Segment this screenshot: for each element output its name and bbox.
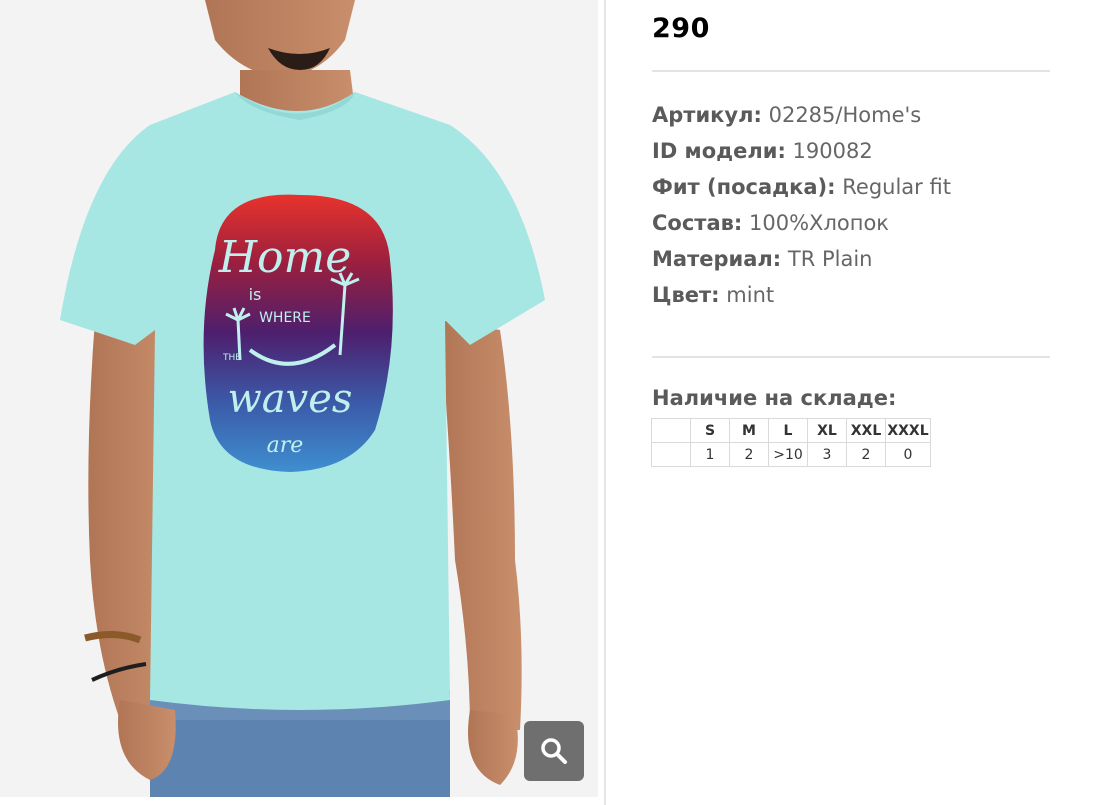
stock-corner-cell [651, 418, 691, 443]
stock-header-row: S M L XL XXL XXXL [651, 418, 931, 443]
zoom-button[interactable] [524, 721, 584, 781]
stock-count-cell: 2 [846, 442, 886, 467]
stock-size-cell: XXXL [885, 418, 931, 443]
spec-label: Цвет: [652, 283, 720, 307]
spec-value: 100%Хлопок [749, 211, 889, 235]
spec-label: Фит (посадка): [652, 175, 836, 199]
stock-count-row: 1 2 >10 3 2 0 [651, 442, 931, 467]
divider-top [652, 70, 1050, 72]
divider-bottom [652, 356, 1050, 358]
spec-color: Цвет: mint [652, 280, 951, 316]
stock-size-cell: XXL [846, 418, 886, 443]
spec-value: 190082 [792, 139, 873, 163]
tshirt-model-image: Home is WHERE THE waves are [0, 0, 598, 797]
print-text-are: are [267, 433, 304, 458]
spec-fit: Фит (посадка): Regular fit [652, 172, 951, 208]
stock-size-cell: L [768, 418, 808, 443]
spec-label: ID модели: [652, 139, 786, 163]
spec-article: Артикул: 02285/Home's [652, 100, 951, 136]
product-specs: Артикул: 02285/Home's ID модели: 190082 … [652, 100, 951, 316]
spec-composition: Состав: 100%Хлопок [652, 208, 951, 244]
search-icon [541, 738, 567, 764]
spec-value: TR Plain [787, 247, 873, 271]
stock-title: Наличие на складе: [652, 386, 897, 410]
spec-material: Материал: TR Plain [652, 244, 951, 280]
spec-label: Состав: [652, 211, 743, 235]
stock-size-cell: M [729, 418, 769, 443]
stock-count-cell: >10 [768, 442, 808, 467]
spec-model-id: ID модели: 190082 [652, 136, 951, 172]
stock-count-cell: 0 [885, 442, 931, 467]
print-text-is: is [249, 285, 262, 304]
print-text-where: WHERE [259, 310, 311, 326]
product-photo[interactable]: Home is WHERE THE waves are [0, 0, 598, 797]
stock-table: S M L XL XXL XXXL 1 2 >10 3 2 0 [651, 418, 931, 467]
panel-divider [604, 0, 606, 805]
product-price: 290 [652, 13, 710, 44]
stock-size-cell: XL [807, 418, 847, 443]
stock-count-cell: 1 [690, 442, 730, 467]
stock-count-cell: 3 [807, 442, 847, 467]
spec-label: Материал: [652, 247, 782, 271]
spec-value: mint [726, 283, 775, 307]
spec-value: Regular fit [842, 175, 951, 199]
spec-value: 02285/Home's [768, 103, 922, 127]
stock-count-cell: 2 [729, 442, 769, 467]
stock-size-cell: S [690, 418, 730, 443]
stock-corner-cell [651, 442, 691, 467]
print-text-home: Home [218, 232, 352, 283]
print-text-waves: waves [228, 376, 353, 422]
spec-label: Артикул: [652, 103, 762, 127]
